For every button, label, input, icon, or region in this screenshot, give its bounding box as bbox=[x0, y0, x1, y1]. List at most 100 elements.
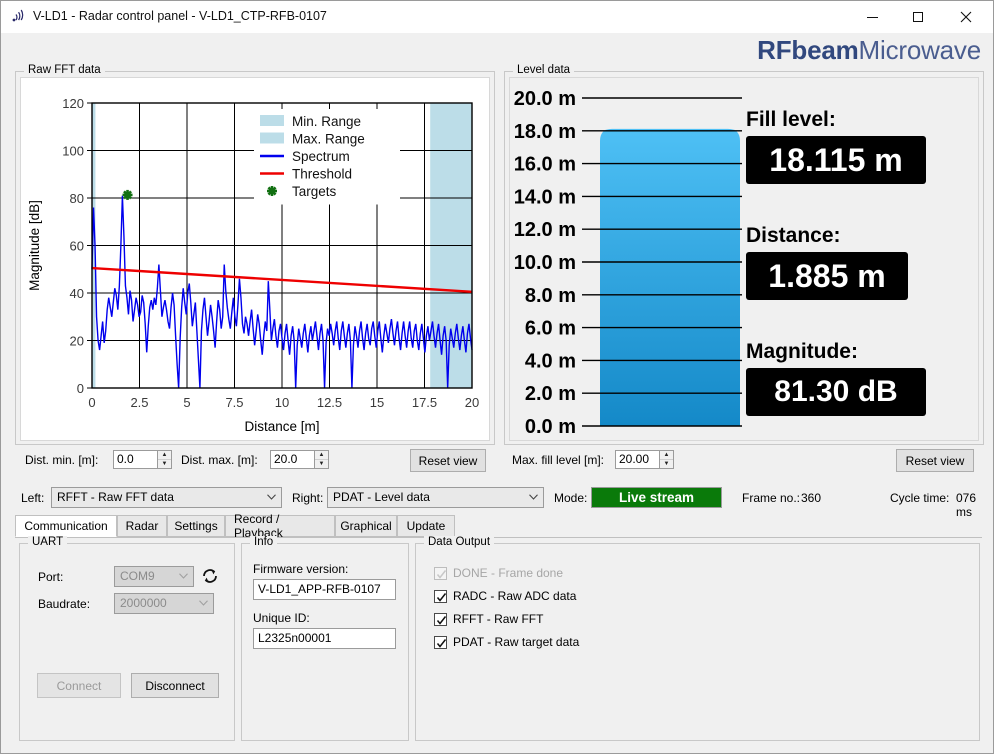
uart-panel: UART Port: COM9 Baudrate: 2000000 Connec… bbox=[19, 536, 235, 741]
dist-max-stepper-buttons[interactable]: ▲ ▼ bbox=[314, 450, 329, 469]
magnitude-value-box: 81.30 dB bbox=[746, 368, 926, 416]
max-fill-level-stepper[interactable]: 20.00 ▲ ▼ bbox=[615, 450, 674, 469]
checkbox-icon[interactable] bbox=[434, 635, 447, 649]
level-data-panel: Level data 0.0 m 2.0 m 4.0 m 6.0 m 8.0 m 10.0… bbox=[504, 64, 984, 445]
level-data-title: Level data bbox=[513, 64, 575, 76]
dist-min-stepper-buttons[interactable]: ▲ ▼ bbox=[157, 450, 172, 469]
svg-text:2.5: 2.5 bbox=[130, 395, 148, 410]
right-view-select[interactable]: PDAT - Level data bbox=[327, 487, 544, 508]
tab-graphical[interactable]: Graphical bbox=[335, 515, 397, 537]
port-label: Port: bbox=[38, 570, 64, 584]
fft-reset-view-button[interactable]: Reset view bbox=[410, 449, 486, 472]
data-output-checkbox-row[interactable]: PDAT - Raw target data bbox=[434, 635, 579, 649]
right-view-label: Right: bbox=[292, 491, 324, 505]
svg-text:4.0 m: 4.0 m bbox=[525, 350, 576, 372]
svg-text:Magnitude [dB]: Magnitude [dB] bbox=[27, 200, 42, 291]
svg-text:20: 20 bbox=[465, 395, 479, 410]
left-view-select[interactable]: RFFT - Raw FFT data bbox=[51, 487, 282, 508]
svg-text:Threshold: Threshold bbox=[292, 167, 352, 182]
svg-text:100: 100 bbox=[62, 144, 84, 159]
signal-waves-icon bbox=[11, 9, 29, 25]
max-fill-level-label: Max. fill level [m]: bbox=[512, 453, 605, 467]
left-view-label: Left: bbox=[21, 491, 45, 505]
tab-bar: Communication Radar Settings Record / Playb… bbox=[15, 512, 982, 540]
data-output-panel: Data Output DONE - Frame done RADC - Raw … bbox=[415, 536, 980, 741]
data-output-checkbox-row[interactable]: RADC - Raw ADC data bbox=[434, 589, 576, 603]
tab-update[interactable]: Update bbox=[397, 515, 455, 537]
svg-text:10.0 m: 10.0 m bbox=[514, 252, 576, 274]
data-output-label: RFFT - Raw FFT bbox=[453, 612, 544, 626]
svg-text:20.0 m: 20.0 m bbox=[514, 88, 576, 110]
dist-min-down-button[interactable]: ▼ bbox=[158, 460, 171, 468]
dist-max-stepper[interactable]: 20.0 ▲ ▼ bbox=[270, 450, 329, 469]
magnitude-label: Magnitude: bbox=[746, 340, 858, 363]
fft-plot-area[interactable]: 0 2.5 5 7.5 10 12.5 15 17.5 20 0 20 40 60 80 100 120 Dis… bbox=[20, 77, 490, 441]
svg-text:10: 10 bbox=[275, 395, 289, 410]
max-fill-down-button[interactable]: ▼ bbox=[660, 460, 673, 468]
chevron-down-icon bbox=[529, 494, 538, 500]
tab-settings[interactable]: Settings bbox=[167, 515, 225, 537]
port-value: COM9 bbox=[120, 569, 155, 583]
svg-text:15: 15 bbox=[370, 395, 384, 410]
baudrate-label: Baudrate: bbox=[38, 597, 91, 611]
max-fill-up-button[interactable]: ▲ bbox=[660, 451, 673, 460]
checkbox-icon[interactable] bbox=[434, 589, 447, 603]
fill-level-value: 18.115 m bbox=[769, 141, 903, 178]
dist-max-label: Dist. max. [m]: bbox=[181, 453, 258, 467]
chevron-down-icon bbox=[267, 494, 276, 500]
data-output-checkbox-row: DONE - Frame done bbox=[434, 566, 563, 580]
svg-text:6.0 m: 6.0 m bbox=[525, 318, 576, 340]
firmware-version-field[interactable]: V-LD1_APP-RFB-0107 bbox=[253, 579, 396, 600]
data-output-checkbox-row[interactable]: RFFT - Raw FFT bbox=[434, 612, 543, 626]
svg-text:Min. Range: Min. Range bbox=[292, 114, 361, 129]
chevron-down-icon bbox=[179, 573, 188, 579]
connect-button[interactable]: Connect bbox=[37, 673, 121, 698]
uart-title: UART bbox=[28, 536, 68, 548]
dist-max-up-button[interactable]: ▲ bbox=[315, 451, 328, 460]
close-icon[interactable] bbox=[943, 1, 989, 33]
unique-id-field[interactable]: L2325n00001 bbox=[253, 628, 396, 649]
tank-fill bbox=[600, 128, 740, 426]
dist-min-label: Dist. min. [m]: bbox=[25, 453, 99, 467]
svg-text:120: 120 bbox=[62, 96, 84, 111]
dist-min-stepper[interactable]: 0.0 ▲ ▼ bbox=[113, 450, 172, 469]
tab-record-playback[interactable]: Record / Playback bbox=[225, 512, 335, 540]
rfbeam-logo: RFbeamMicrowave bbox=[757, 35, 981, 66]
window-title: V-LD1 - Radar control panel - V-LD1_CTP-… bbox=[33, 9, 327, 23]
right-view-value: PDAT - Level data bbox=[333, 490, 430, 504]
level-plot-area[interactable]: 0.0 m 2.0 m 4.0 m 6.0 m 8.0 m 10.0 m 12.0 m 14.… bbox=[509, 77, 979, 441]
max-fill-level-input[interactable]: 20.00 bbox=[615, 450, 659, 469]
baudrate-select[interactable]: 2000000 bbox=[114, 593, 214, 614]
dist-min-up-button[interactable]: ▲ bbox=[158, 451, 171, 460]
dist-max-down-button[interactable]: ▼ bbox=[315, 460, 328, 468]
left-view-value: RFFT - Raw FFT data bbox=[57, 490, 174, 504]
svg-text:0: 0 bbox=[88, 395, 95, 410]
tab-radar[interactable]: Radar bbox=[117, 515, 167, 537]
fill-level-label: Fill level: bbox=[746, 108, 836, 131]
svg-text:16.0 m: 16.0 m bbox=[514, 154, 576, 176]
radar-control-panel-window: V-LD1 - Radar control panel - V-LD1_CTP-… bbox=[0, 0, 994, 754]
refresh-icon[interactable] bbox=[200, 566, 220, 589]
svg-text:Spectrum: Spectrum bbox=[292, 149, 350, 164]
firmware-version-label: Firmware version: bbox=[253, 562, 349, 576]
minimize-button[interactable] bbox=[849, 1, 895, 33]
svg-text:0.0 m: 0.0 m bbox=[525, 416, 576, 438]
checkbox-icon[interactable] bbox=[434, 612, 447, 626]
level-reset-view-button[interactable]: Reset view bbox=[896, 449, 974, 472]
dist-min-input[interactable]: 0.0 bbox=[113, 450, 157, 469]
max-fill-stepper-buttons[interactable]: ▲ ▼ bbox=[659, 450, 674, 469]
data-output-label: PDAT - Raw target data bbox=[453, 635, 580, 649]
unique-id-label: Unique ID: bbox=[253, 611, 310, 625]
disconnect-button[interactable]: Disconnect bbox=[131, 673, 219, 698]
data-output-title: Data Output bbox=[424, 536, 495, 548]
logo-bold: RFbeam bbox=[757, 35, 859, 65]
tab-communication[interactable]: Communication bbox=[15, 515, 117, 537]
mode-label: Mode: bbox=[554, 491, 588, 505]
distance-value-box: 1.885 m bbox=[746, 252, 908, 300]
port-select[interactable]: COM9 bbox=[114, 566, 194, 587]
svg-text:7.5: 7.5 bbox=[225, 395, 243, 410]
dist-max-input[interactable]: 20.0 bbox=[270, 450, 314, 469]
svg-text:0: 0 bbox=[77, 381, 84, 396]
maximize-button[interactable] bbox=[895, 1, 941, 33]
svg-text:12.5: 12.5 bbox=[317, 395, 342, 410]
